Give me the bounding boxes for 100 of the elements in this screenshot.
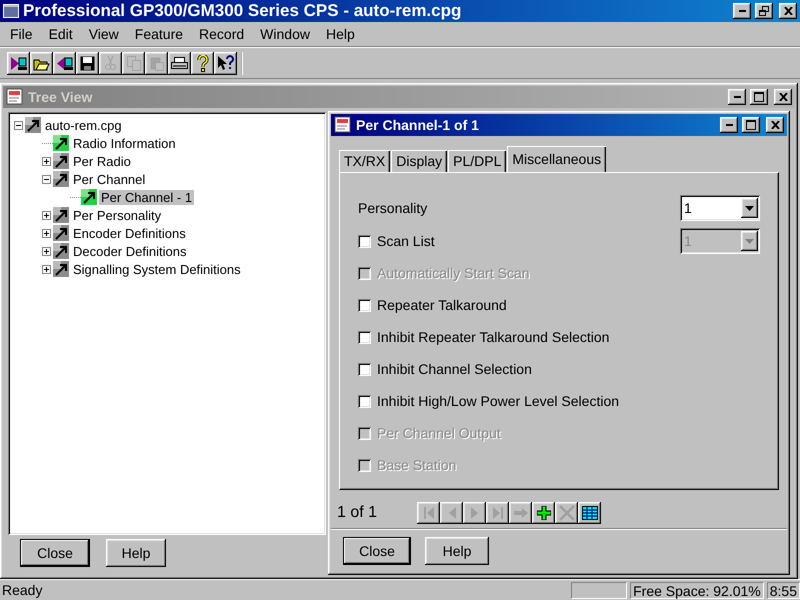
close-button[interactable]: [766, 117, 784, 133]
window-title: Per Channel-1 of 1: [356, 117, 480, 133]
maximize-icon: [746, 120, 756, 130]
tree-item[interactable]: Per Channel - 1: [99, 190, 194, 204]
first-record-icon: [424, 507, 434, 519]
write-radio-button[interactable]: [53, 52, 76, 74]
minimize-icon: [738, 10, 746, 12]
arrow-icon: [53, 207, 69, 223]
arrow-icon: [25, 117, 41, 133]
tree-item[interactable]: Per Personality: [71, 208, 164, 222]
floppy-disk-button[interactable]: [76, 52, 99, 74]
menu-item[interactable]: Feature: [126, 26, 192, 42]
app-icon: [3, 4, 19, 18]
maximize-button[interactable]: [750, 89, 768, 105]
document-icon: [6, 88, 24, 106]
menu-item[interactable]: File: [2, 26, 41, 42]
grid-icon: [582, 506, 598, 520]
x-icon: [558, 505, 574, 521]
checkbox-label: Inhibit Repeater Talkaround Selection: [377, 329, 610, 345]
menu-item[interactable]: Edit: [40, 26, 81, 42]
arrow-icon: [53, 171, 69, 187]
read-radio-button[interactable]: [7, 52, 30, 74]
question-mark-button[interactable]: [191, 52, 214, 74]
menu-item[interactable]: Help: [318, 26, 363, 42]
plus-icon: [44, 266, 49, 272]
next-icon: [470, 507, 478, 519]
previous-icon: [448, 507, 456, 519]
personality-dropdown[interactable]: 1: [680, 195, 760, 221]
scissors-icon: [104, 55, 117, 71]
restore-button[interactable]: [755, 3, 773, 19]
collapse-icon[interactable]: [14, 120, 23, 130]
printer-button[interactable]: [168, 52, 191, 74]
tree-item[interactable]: auto-rem.cpg: [43, 118, 124, 132]
close-icon: [778, 93, 788, 101]
copy-icon: [126, 55, 142, 71]
arrow-icon: [53, 153, 69, 169]
close-icon: [784, 7, 792, 15]
menu-item[interactable]: View: [80, 26, 127, 42]
tree-item[interactable]: Signalling System Definitions: [71, 262, 243, 276]
grid-button[interactable]: [578, 502, 601, 524]
checkbox[interactable]: [358, 234, 371, 248]
field-label: Personality: [358, 200, 428, 216]
help-button[interactable]: Help: [425, 537, 489, 565]
tree-item[interactable]: Radio Information: [71, 136, 178, 150]
tab[interactable]: TX/RX: [339, 150, 390, 172]
checkbox[interactable]: [358, 330, 371, 344]
checkbox-label: Inhibit High/Low Power Level Selection: [377, 393, 620, 409]
arrow-icon: [53, 243, 69, 259]
arrow-icon: [53, 135, 69, 151]
checkbox[interactable]: [358, 394, 371, 408]
pointer-question-button[interactable]: [214, 52, 237, 74]
tree-item[interactable]: Encoder Definitions: [71, 226, 188, 240]
open-folder-button[interactable]: [30, 52, 53, 74]
window-title: Tree View: [28, 89, 94, 105]
checkbox[interactable]: [358, 362, 371, 376]
status-message: Ready: [1, 582, 44, 598]
tab[interactable]: Miscellaneous: [507, 146, 606, 172]
expand-icon[interactable]: [42, 264, 51, 274]
close-button[interactable]: Close: [20, 539, 90, 567]
checkbox-label: Automatically Start Scan: [377, 265, 531, 281]
tree-item[interactable]: Per Radio: [71, 154, 133, 168]
pointer-question-icon: [217, 54, 234, 72]
arrow-icon: [81, 189, 97, 205]
expand-icon[interactable]: [42, 156, 51, 166]
tree-item[interactable]: Per Channel: [71, 172, 148, 186]
printer-icon: [171, 56, 188, 70]
plus-button[interactable]: [532, 502, 555, 524]
expand-icon[interactable]: [42, 210, 51, 220]
question-mark-icon: [196, 54, 208, 72]
close-button[interactable]: [774, 89, 792, 105]
menu-item[interactable]: Record: [191, 26, 252, 42]
minimize-button[interactable]: [733, 3, 751, 19]
plus-icon: [44, 158, 49, 164]
last-record-icon: [492, 507, 502, 519]
expand-icon[interactable]: [42, 246, 51, 256]
right-arrow-icon: [514, 508, 528, 518]
menu-item[interactable]: Window: [252, 26, 318, 42]
tab[interactable]: Display: [391, 150, 448, 172]
tab[interactable]: PL/DPL: [448, 150, 506, 172]
tree-item[interactable]: Decoder Definitions: [71, 244, 188, 258]
expand-icon[interactable]: [42, 228, 51, 238]
checkbox-label: Base Station: [377, 457, 458, 473]
minimize-icon: [734, 96, 740, 98]
help-button[interactable]: Help: [106, 539, 166, 567]
read-radio-icon: [10, 54, 27, 72]
caret-icon: [741, 231, 758, 251]
minimize-button[interactable]: [720, 117, 738, 133]
close-button[interactable]: [779, 3, 797, 19]
status-pane: Free Space: 92.01%: [630, 582, 764, 598]
minimize-button[interactable]: [728, 89, 746, 105]
checkbox-label: Repeater Talkaround: [377, 297, 508, 313]
maximize-button[interactable]: [742, 117, 760, 133]
close-button[interactable]: Close: [343, 537, 411, 565]
plus-icon: [44, 212, 49, 218]
restore-icon: [759, 6, 769, 16]
arrow-icon: [53, 261, 69, 277]
checkbox[interactable]: [358, 298, 371, 312]
close-icon: [770, 121, 780, 129]
checkbox-label: Per Channel Output: [377, 425, 502, 441]
collapse-icon[interactable]: [42, 174, 51, 184]
